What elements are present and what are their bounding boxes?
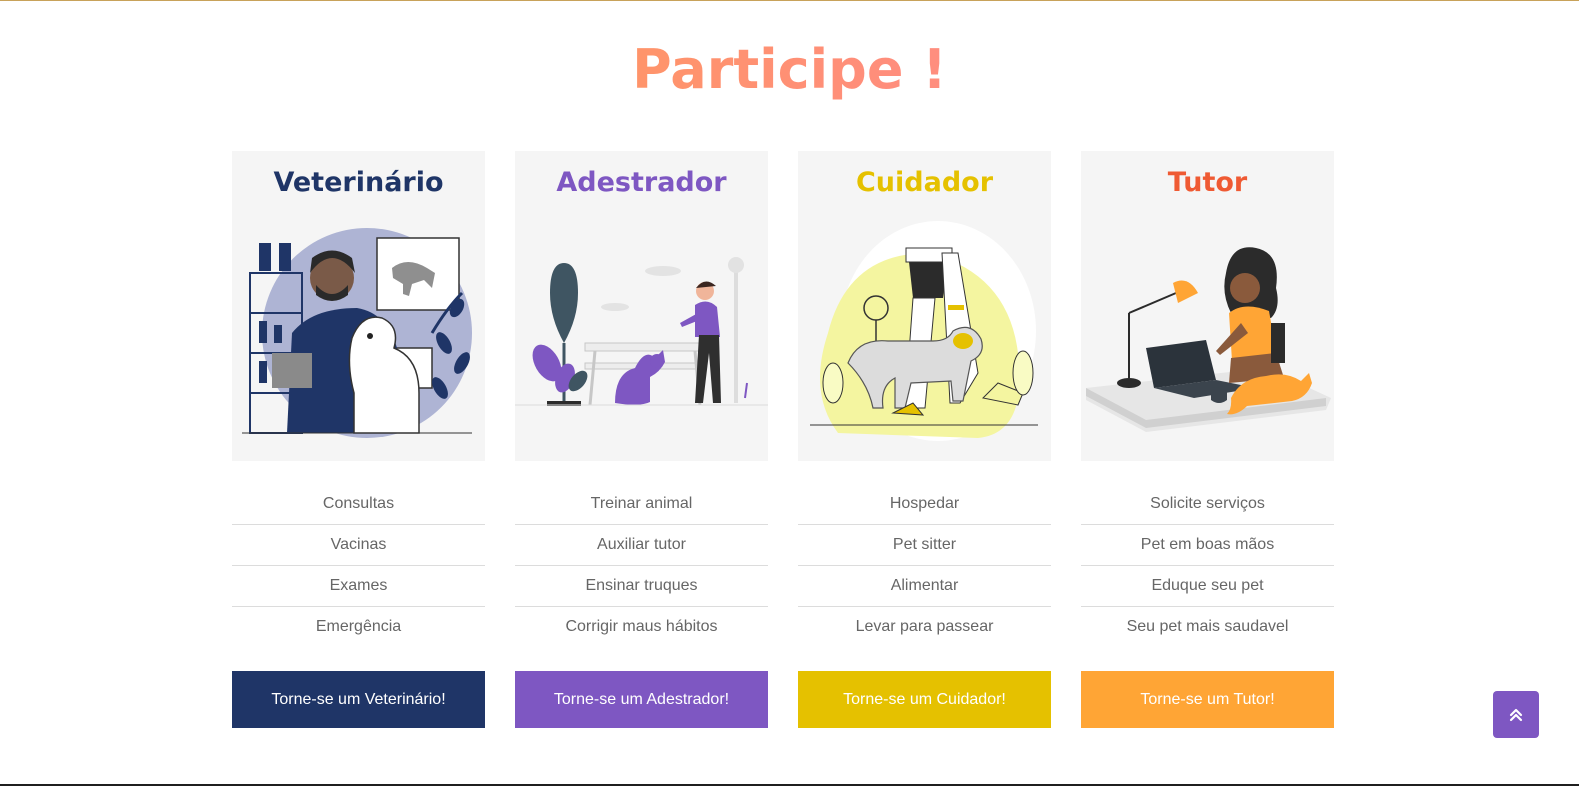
become-tutor-button[interactable]: Torne-se um Tutor! — [1081, 671, 1334, 728]
feature-item: Consultas — [232, 484, 485, 525]
feature-list: Hospedar Pet sitter Alimentar Levar para… — [798, 484, 1051, 647]
feature-item: Corrigir maus hábitos — [565, 618, 718, 635]
feature-item: Vacinas — [232, 525, 485, 566]
tutor-illustration — [1086, 247, 1331, 432]
top-divider — [0, 0, 1579, 1]
card-title: Tutor — [1167, 167, 1248, 198]
card-title: Adestrador — [556, 167, 727, 198]
feature-list: Solicite serviços Pet em boas mãos Eduqu… — [1081, 484, 1334, 647]
become-trainer-button[interactable]: Torne-se um Adestrador! — [515, 671, 768, 728]
feature-item: Solicite serviços — [1081, 484, 1334, 525]
trainer-illustration — [515, 257, 768, 406]
feature-item: Treinar animal — [515, 484, 768, 525]
section-title: Participe ! — [0, 38, 1579, 102]
feature-item: Auxiliar tutor — [515, 525, 768, 566]
feature-item: Exames — [232, 566, 485, 607]
become-caretaker-button[interactable]: Torne-se um Cuidador! — [798, 671, 1051, 728]
feature-item: Seu pet mais saudavel — [1126, 618, 1289, 635]
card-adestrador: Adestrador Treinar animal Auxiliar tutor… — [515, 151, 768, 728]
feature-item: Eduque seu pet — [1081, 566, 1334, 607]
card-panel: Veterinário — [232, 151, 485, 461]
card-panel: Adestrador — [515, 151, 768, 461]
feature-item: Pet sitter — [798, 525, 1051, 566]
feature-item: Levar para passear — [855, 618, 994, 635]
feature-list: Consultas Vacinas Exames Emergência — [232, 484, 485, 647]
card-panel: Tutor — [1081, 151, 1334, 461]
feature-list: Treinar animal Auxiliar tutor Ensinar tr… — [515, 484, 768, 647]
feature-item: Alimentar — [798, 566, 1051, 607]
card-panel: Cuidador — [798, 151, 1051, 461]
card-tutor: Tutor Solicite serviços Pet em boas mãos… — [1081, 151, 1334, 728]
become-veterinarian-button[interactable]: Torne-se um Veterinário! — [232, 671, 485, 728]
feature-item: Hospedar — [798, 484, 1051, 525]
bottom-divider — [0, 784, 1579, 786]
feature-item: Emergência — [315, 618, 402, 635]
card-title: Veterinário — [273, 167, 444, 198]
back-to-top-button[interactable] — [1493, 691, 1539, 738]
caretaker-illustration — [810, 221, 1038, 441]
double-chevron-up-icon — [1509, 708, 1523, 721]
veterinarian-illustration — [242, 228, 472, 438]
card-cuidador: Cuidador Hospedar Pet sitter Alimentar L… — [798, 151, 1051, 728]
card-veterinario: Veterinário Consultas Vacinas Exames Eme… — [232, 151, 485, 728]
feature-item: Pet em boas mãos — [1081, 525, 1334, 566]
feature-item: Ensinar truques — [515, 566, 768, 607]
card-title: Cuidador — [855, 167, 994, 198]
